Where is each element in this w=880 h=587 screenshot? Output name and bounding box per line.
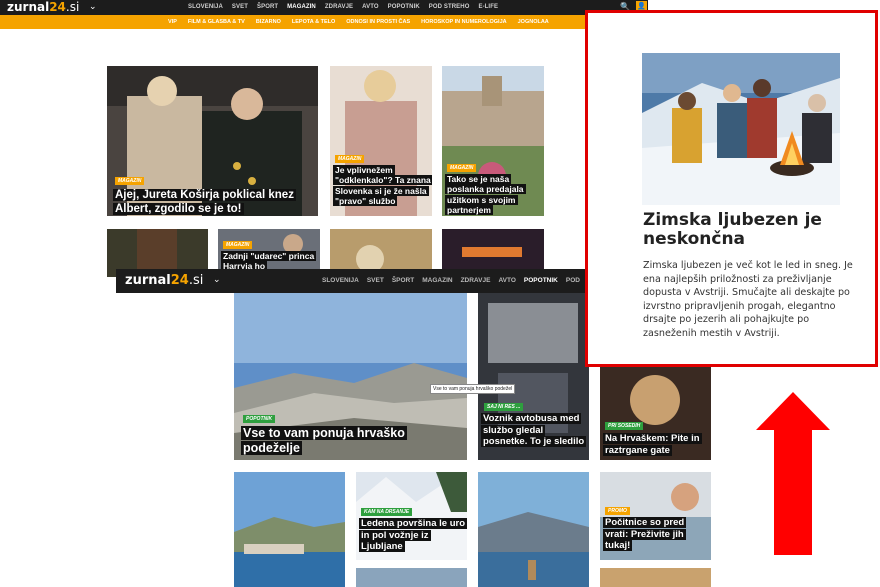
second-nav-bar: zurnal24.si ⌄ SLOVENIJA SVET ŠPORT MAGAZ…: [116, 269, 589, 308]
subnav-item-bizarno[interactable]: BIZARNO: [256, 15, 281, 29]
article-tag: SAJ NI RES ...: [484, 403, 524, 411]
article-headline[interactable]: Ajej, Jureta Koširja poklical knez Alber…: [113, 188, 313, 216]
site-logo[interactable]: zurnal24.si: [125, 273, 203, 288]
article-card[interactable]: [356, 568, 467, 587]
subnav-item-odnosi[interactable]: ODNOSI IN PROSTI ČAS: [346, 15, 410, 29]
article-image: [478, 472, 589, 587]
article-headline[interactable]: Ledena površina le uro in pol vožnje iz …: [359, 518, 467, 553]
article-tag: MAGAZIN: [223, 241, 253, 249]
image-tooltip: Vse to vam ponuja hrvaško podežel: [430, 384, 516, 394]
panel-title[interactable]: Zimska ljubezen je neskončna: [643, 211, 858, 249]
article-card[interactable]: MAGAZIN Ajej, Jureta Koširja poklical kn…: [107, 66, 318, 216]
nav-item-popotnik[interactable]: POPOTNIK: [388, 0, 420, 15]
article-card[interactable]: [600, 568, 711, 587]
nav-item-e-life[interactable]: E-LIFE: [478, 0, 498, 15]
nav-item-magazin[interactable]: MAGAZIN: [287, 0, 316, 15]
nav-item-pod-streho[interactable]: POD STREHO: [429, 0, 470, 15]
subnav-item-lepota[interactable]: LEPOTA & TELO: [292, 15, 335, 29]
nav-item-zdravje[interactable]: ZDRAVJE: [325, 0, 353, 15]
article-card[interactable]: [478, 472, 589, 587]
article-card[interactable]: KAM NA DRSANJE Ledena površina le uro in…: [356, 472, 467, 560]
article-tag: POPOTNIK: [243, 415, 276, 423]
article-headline[interactable]: Tako se je naša poslanka predajala užitk…: [445, 174, 544, 216]
article-card[interactable]: POPOTNIK Vse to vam ponuja hrvaško podež…: [234, 293, 467, 460]
article-headline[interactable]: Počitnice so pred vrati: Preživite jih t…: [603, 517, 709, 552]
nav-item-svet[interactable]: SVET: [232, 0, 248, 15]
subnav-item-vip[interactable]: VIP: [168, 15, 177, 29]
nav-item-sport[interactable]: ŠPORT: [257, 0, 278, 15]
article-tag: PROMO: [605, 507, 630, 515]
article-tag: PRI SOSEDIH: [605, 422, 644, 430]
article-card[interactable]: PRI SOSEDIH Na Hrvaškem: Pite in raztrga…: [600, 360, 711, 460]
winter-campfire-image[interactable]: [642, 53, 840, 205]
article-card[interactable]: SAJ NI RES ... Voznik avtobusa med služb…: [478, 293, 589, 460]
article-card[interactable]: PROMO Počitnice so pred vrati: Preživite…: [600, 472, 711, 560]
article-tag: MAGAZIN: [335, 155, 365, 163]
article-image: [600, 568, 711, 587]
sub-nav-bar: VIP FILM & GLASBA & TV BIZARNO LEPOTA & …: [0, 15, 648, 29]
highlighted-panel: Zimska ljubezen je neskončna Zimska ljub…: [585, 10, 878, 367]
article-tag: MAGAZIN: [447, 164, 477, 172]
main-nav: SLOVENIJA SVET ŠPORT MAGAZIN ZDRAVJE AVT…: [188, 0, 498, 15]
article-image: [356, 568, 467, 587]
subnav-item-film[interactable]: FILM & GLASBA & TV: [188, 15, 245, 29]
article-image: [234, 472, 345, 587]
article-card[interactable]: [234, 472, 345, 587]
site-logo[interactable]: zurnal24.si: [7, 0, 79, 15]
chevron-down-icon[interactable]: ⌄: [213, 274, 221, 285]
panel-body-text: Zimska ljubezen je več kot le led in sne…: [643, 260, 853, 339]
article-headline[interactable]: Vse to vam ponuja hrvaško podeželje: [241, 426, 461, 457]
arrow-up-icon: [756, 392, 830, 555]
article-tag: MAGAZIN: [115, 177, 145, 185]
nav-item-avto[interactable]: AVTO: [362, 0, 379, 15]
article-headline[interactable]: Voznik avtobusa med službo gledal posnet…: [481, 413, 587, 448]
nav-item-slovenija[interactable]: SLOVENIJA: [188, 0, 223, 15]
chevron-down-icon[interactable]: ⌄: [89, 1, 97, 12]
subnav-item-horoskop[interactable]: HOROSKOP IN NUMEROLOGIJA: [421, 15, 506, 29]
article-card[interactable]: MAGAZIN Tako se je naša poslanka predaja…: [442, 66, 544, 216]
article-headline[interactable]: Je vplivnežem "odklenkalo"? Ta znana Slo…: [333, 165, 432, 207]
article-headline[interactable]: Na Hrvaškem: Pite in raztrgane gate: [603, 433, 709, 456]
article-tag: KAM NA DRSANJE: [361, 508, 413, 516]
subnav-item-jognolaa[interactable]: JOGNOLAA: [518, 15, 549, 29]
article-card[interactable]: MAGAZIN Je vplivnežem "odklenkalo"? Ta z…: [330, 66, 432, 216]
top-nav-bar: zurnal24.si ⌄ SLOVENIJA SVET ŠPORT MAGAZ…: [0, 0, 648, 15]
